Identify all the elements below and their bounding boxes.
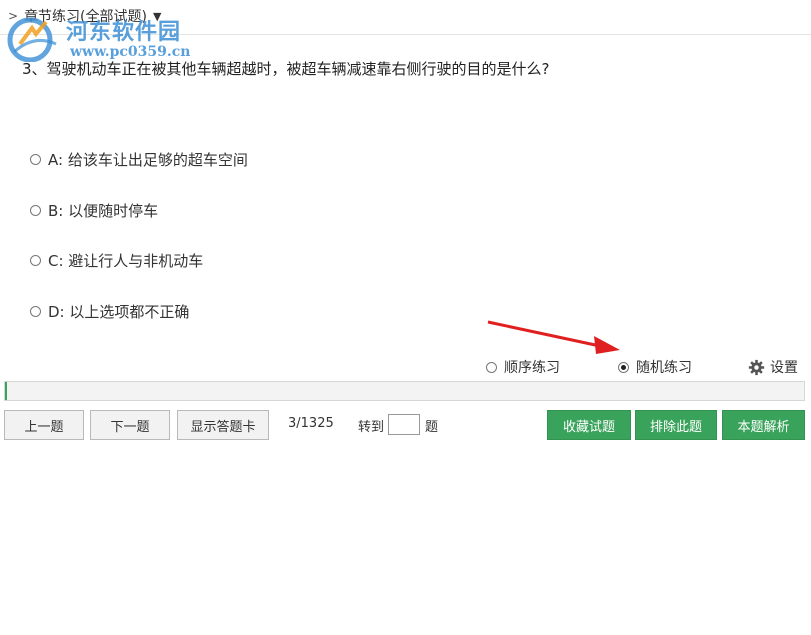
- radio-icon[interactable]: [30, 305, 41, 317]
- question-counter: 3/1325: [288, 416, 334, 431]
- jump-suffix: 题: [425, 420, 439, 435]
- radio-icon[interactable]: [30, 204, 41, 216]
- settings-button[interactable]: 设置: [748, 357, 798, 377]
- favorite-question-button[interactable]: 收藏试题: [547, 410, 631, 440]
- jump-to-input[interactable]: [388, 414, 420, 435]
- option-label: C: 避让行人与非机动车: [48, 251, 204, 270]
- settings-label: 设置: [770, 360, 798, 376]
- annotation-arrow-icon: [487, 320, 620, 354]
- option-label: A: 给该车让出足够的超车空间: [48, 150, 248, 169]
- next-question-button[interactable]: 下一题: [90, 410, 170, 440]
- mode-sequential-label: 顺序练习: [504, 360, 560, 376]
- watermark-logo: [7, 17, 57, 62]
- option-label: D: 以上选项都不正确: [48, 302, 190, 321]
- radio-icon[interactable]: [30, 254, 41, 266]
- jump-label: 转到: [358, 420, 385, 435]
- mode-random[interactable]: 随机练习: [618, 357, 692, 377]
- progress-fill: [5, 382, 8, 400]
- option-d[interactable]: D: 以上选项都不正确: [30, 300, 189, 322]
- show-answer-card-button[interactable]: 显示答题卡: [177, 410, 269, 440]
- radio-checked-icon[interactable]: [618, 361, 629, 373]
- option-label: B: 以便随时停车: [48, 201, 159, 220]
- gear-icon: [748, 359, 765, 375]
- prev-question-button[interactable]: 上一题: [4, 410, 84, 440]
- radio-icon[interactable]: [486, 361, 497, 373]
- watermark-name: 河东软件园: [66, 19, 182, 45]
- question-explanation-button[interactable]: 本题解析: [722, 410, 805, 440]
- exclude-question-button[interactable]: 排除此题: [635, 410, 717, 440]
- radio-icon[interactable]: [30, 153, 41, 165]
- mode-random-label: 随机练习: [636, 360, 692, 376]
- watermark: 河东软件园 www.pc0359.cn: [6, 12, 206, 64]
- mode-sequential[interactable]: 顺序练习: [486, 357, 560, 377]
- option-c[interactable]: C: 避让行人与非机动车: [30, 249, 203, 271]
- progress-bar: [4, 381, 805, 401]
- option-a[interactable]: A: 给该车让出足够的超车空间: [30, 148, 248, 170]
- question-text: 3、驾驶机动车正在被其他车辆超越时，被超车辆减速靠右侧行驶的目的是什么?: [22, 60, 550, 78]
- option-b[interactable]: B: 以便随时停车: [30, 199, 158, 221]
